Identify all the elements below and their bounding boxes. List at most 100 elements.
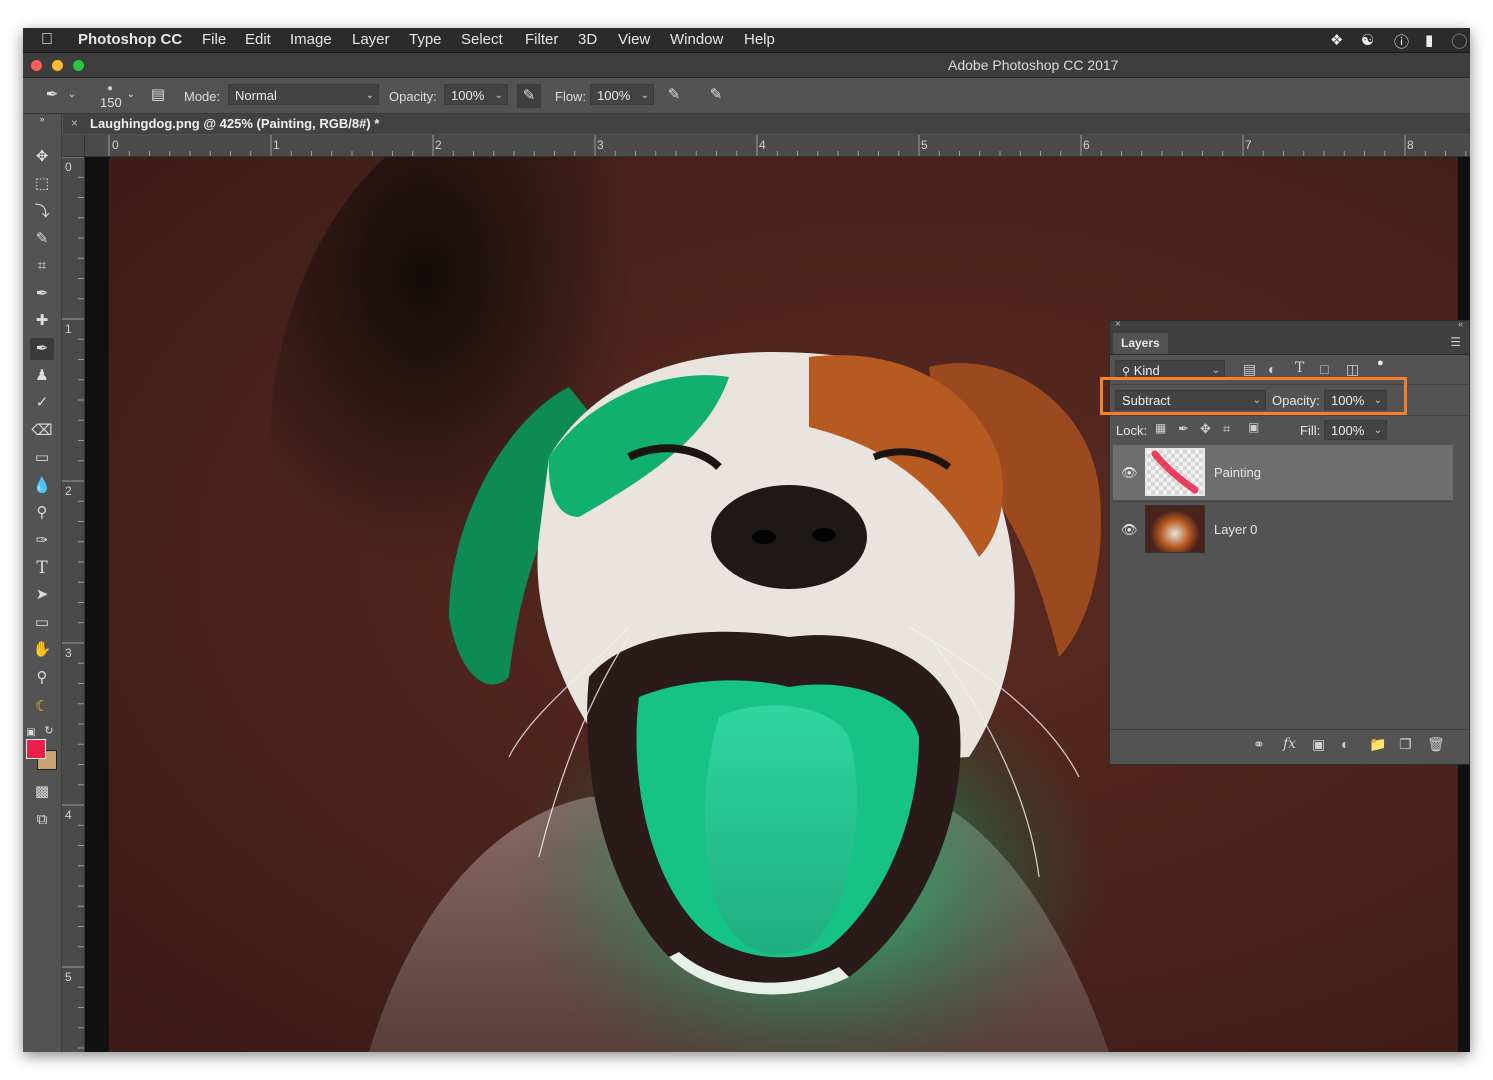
layer-name[interactable]: Layer 0 [1214,522,1257,537]
healing-brush-tool-icon[interactable]: ✚ [30,310,54,332]
apple-icon[interactable]:  [41,31,53,49]
mode-select[interactable]: Normal ⌄ [228,84,379,105]
minimize-window-button[interactable] [52,60,63,71]
menu-layer[interactable]: Layer [352,31,390,48]
screen-mode-icon[interactable]: ⧉ [30,809,54,831]
filter-pixel-icon[interactable]: ▤ [1243,361,1256,378]
visibility-eye-icon[interactable]: 👁 [1121,465,1138,481]
close-document-icon[interactable]: × [71,116,78,130]
ruler-ticks [108,135,1467,156]
ruler-left-label: 1 [65,322,72,336]
chevron-down-icon: ⌄ [1373,425,1382,436]
chevron-down-icon: ⌄ [640,90,649,101]
filter-shape-icon[interactable]: □ [1320,361,1328,377]
brush-size-chevron-icon[interactable]: ⌄ [120,84,142,106]
new-group-icon[interactable]: 📁 [1369,736,1386,753]
zoom-tool-icon[interactable]: ⚲ [30,667,54,689]
clone-stamp-tool-icon[interactable]: ♟ [30,365,54,387]
path-selection-tool-icon[interactable]: ➤ [30,584,54,606]
fill-field[interactable]: 100% ⌄ [1324,420,1387,440]
close-window-button[interactable] [31,60,42,71]
fill-label: Fill: [1300,423,1321,438]
history-brush-tool-icon[interactable]: ✓ [30,392,54,414]
status-icon[interactable]: ◯ [1451,31,1468,49]
tab-layers[interactable]: Layers [1113,333,1168,354]
layer-name[interactable]: Painting [1214,465,1261,480]
menu-3d[interactable]: 3D [578,31,597,48]
ruler-origin[interactable] [62,135,85,157]
opacity-field[interactable]: 100% ⌄ [444,84,508,105]
menu-type[interactable]: Type [409,31,442,48]
menu-image[interactable]: Image [290,31,332,48]
layers-panel-footer: ⚭ fx ▣ ◐ 📁 ❐ 🗑 [1110,729,1469,758]
lock-pixels-icon[interactable]: ✒ [1178,421,1189,437]
adjustment-layer-icon[interactable]: ◐ [1341,736,1349,752]
zoom-window-button[interactable] [73,60,84,71]
creative-cloud-icon[interactable]: ☯ [1361,31,1374,49]
pressure-opacity-icon[interactable]: ✎ [517,84,541,108]
pressure-size-icon[interactable]: ✎ [705,84,727,106]
foreground-color-swatch[interactable] [26,739,46,759]
dodge-tool-icon[interactable]: ⚲ [30,502,54,524]
lock-position-icon[interactable]: ✥ [1200,421,1211,437]
move-tool-icon[interactable]: ✥ [30,146,54,168]
banana-icon[interactable]: ☾ [30,696,54,718]
eraser-tool-icon[interactable]: ⌫ [30,420,54,442]
add-mask-icon[interactable]: ▣ [1312,736,1325,753]
crop-tool-icon[interactable]: ⌗ [30,255,54,277]
info-icon[interactable]: ⓘ [1394,31,1409,52]
app-name-menu[interactable]: Photoshop CC [78,31,182,48]
vertical-ruler[interactable]: 0 1 2 3 4 5 [62,157,85,1052]
brush-preset-icon[interactable]: ✒ [41,84,63,106]
layer-style-fx-icon[interactable]: fx [1283,736,1296,752]
visibility-eye-icon[interactable]: 👁 [1121,522,1138,538]
brush-tool-icon[interactable]: ✒ [30,338,54,360]
blur-tool-icon[interactable]: 💧 [30,475,54,497]
layer-row-painting[interactable]: 👁 Painting [1113,445,1453,500]
panel-menu-icon[interactable]: ☰ [1450,335,1461,349]
menu-window[interactable]: Window [670,31,723,48]
quick-mask-icon[interactable]: ▩ [30,781,54,803]
ruler-top-label: 5 [921,138,928,152]
link-layers-icon[interactable]: ⚭ [1253,736,1265,753]
lock-row: Lock: ▦ ✒ ✥ ⌗ ▣ Fill: 100% ⌄ [1110,415,1469,444]
dropbox-icon[interactable]: ❖ [1330,31,1343,49]
filter-adjustment-icon[interactable]: ◐ [1268,361,1276,377]
menu-edit[interactable]: Edit [245,31,271,48]
filter-type-icon[interactable]: T [1295,360,1304,376]
menu-help[interactable]: Help [744,31,775,48]
flow-field[interactable]: 100% ⌄ [590,84,654,105]
rectangle-tool-icon[interactable]: ▭ [30,612,54,634]
document-tab[interactable]: × Laughingdog.png @ 425% (Painting, RGB/… [63,114,1470,134]
eyedropper-tool-icon[interactable]: ✒ [30,283,54,305]
ruler-left-label: 2 [65,484,72,498]
marquee-tool-icon[interactable]: ⬚ [30,173,54,195]
gradient-tool-icon[interactable]: ▭ [30,447,54,469]
brush-size: 150 [100,95,122,110]
close-panel-icon[interactable]: × [1115,319,1121,330]
layer-row-layer-0[interactable]: 👁 Layer 0 [1113,501,1453,557]
new-layer-icon[interactable]: ❐ [1399,736,1412,753]
lock-all-icon[interactable]: ▣ [1248,420,1259,434]
menu-select[interactable]: Select [461,31,503,48]
bookmark-icon[interactable]: ▮ [1425,31,1433,49]
filter-smart-object-icon[interactable]: ◫ [1346,361,1359,378]
horizontal-ruler[interactable]: 0 1 2 3 4 5 6 7 8 [85,135,1470,157]
menu-view[interactable]: View [618,31,650,48]
menu-filter[interactable]: Filter [525,31,558,48]
type-tool-icon[interactable]: T [30,557,54,579]
delete-layer-icon[interactable]: 🗑 [1427,736,1445,753]
lock-transparent-icon[interactable]: ▦ [1155,421,1166,435]
menu-file[interactable]: File [202,31,226,48]
pen-tool-icon[interactable]: ✑ [30,530,54,552]
quick-selection-tool-icon[interactable]: ✎ [30,228,54,250]
chevron-down-icon[interactable]: ⌄ [61,84,83,106]
airbrush-icon[interactable]: ✎ [663,84,685,106]
lasso-tool-icon[interactable]: ⤵ [30,201,54,223]
lock-artboard-icon[interactable]: ⌗ [1223,421,1230,437]
brush-panel-icon[interactable]: ▤ [147,84,169,106]
collapse-panel-icon[interactable]: « [1458,319,1463,329]
filter-toggle-icon[interactable]: ● [1377,357,1384,369]
expand-toolbox-icon[interactable]: » [30,114,54,124]
hand-tool-icon[interactable]: ✋ [30,639,54,661]
